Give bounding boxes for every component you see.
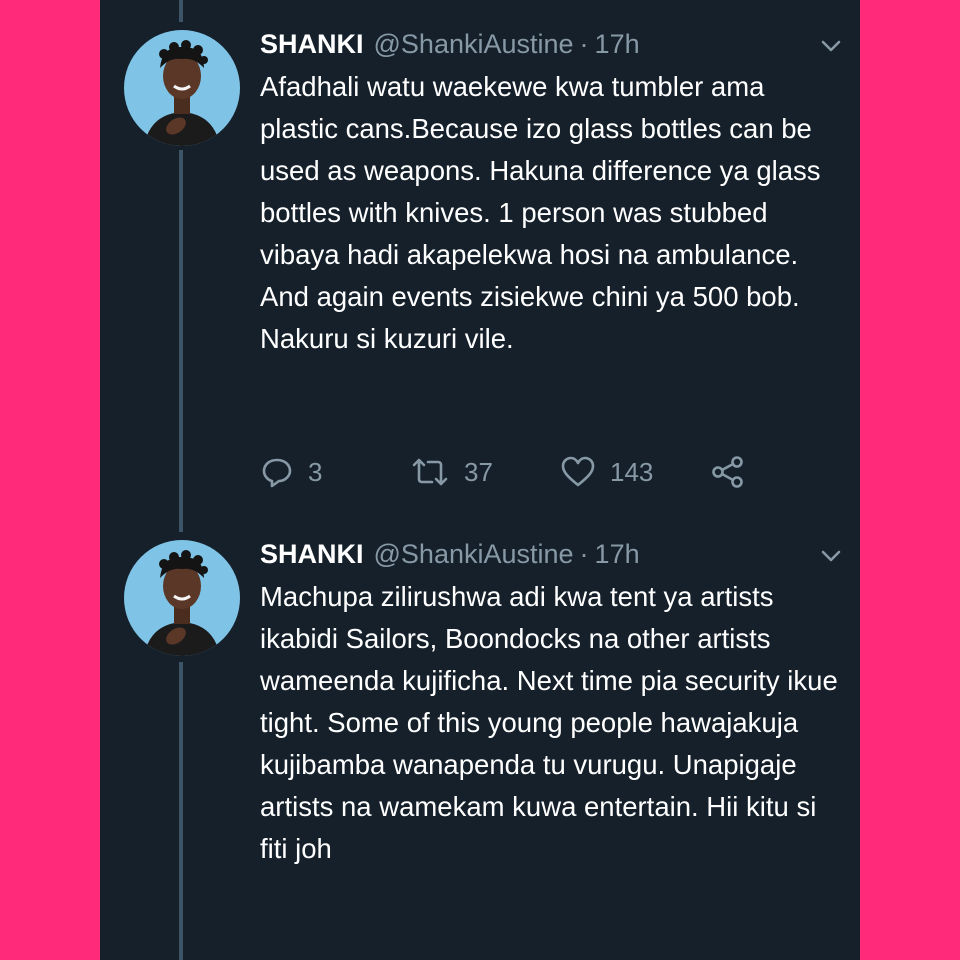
- like-count: 143: [610, 456, 654, 487]
- heart-icon: [560, 455, 596, 489]
- user-handle[interactable]: @ShankiAustine: [374, 539, 574, 570]
- share-icon: [710, 454, 746, 490]
- chevron-down-icon[interactable]: [818, 33, 844, 59]
- retweet-count: 37: [464, 456, 493, 487]
- reply-button[interactable]: 3: [260, 455, 410, 489]
- tweet-text: Machupa zilirushwa adi kwa tent ya artis…: [260, 581, 838, 864]
- avatar[interactable]: [124, 540, 240, 656]
- display-name[interactable]: SHANKI: [260, 539, 364, 570]
- retweet-icon: [410, 455, 450, 489]
- timeline-panel: SHANKI @ShankiAustine · 17h Afadhali wat…: [100, 0, 860, 960]
- tweet-actions: 3 37 143: [260, 452, 746, 492]
- reply-count: 3: [308, 456, 323, 487]
- timestamp[interactable]: 17h: [595, 539, 640, 570]
- thread-line-bottom: [179, 662, 183, 960]
- avatar[interactable]: [124, 30, 240, 146]
- tweet-text: Afadhali watu waekewe kwa tumbler ama pl…: [260, 71, 821, 354]
- separator-dot: ·: [579, 538, 589, 569]
- tweet-header: SHANKI @ShankiAustine · 17h: [260, 24, 640, 64]
- like-button[interactable]: 143: [560, 455, 710, 489]
- separator-dot: ·: [579, 28, 589, 59]
- display-name[interactable]: SHANKI: [260, 29, 364, 60]
- share-button[interactable]: [710, 454, 746, 490]
- thread-line-top: [179, 0, 183, 22]
- reply-icon: [260, 455, 294, 489]
- chevron-down-icon[interactable]: [818, 543, 844, 569]
- tweet-header: SHANKI @ShankiAustine · 17h: [260, 534, 640, 574]
- timestamp[interactable]: 17h: [595, 29, 640, 60]
- thread-line-middle: [179, 150, 183, 532]
- retweet-button[interactable]: 37: [410, 455, 560, 489]
- user-handle[interactable]: @ShankiAustine: [374, 29, 574, 60]
